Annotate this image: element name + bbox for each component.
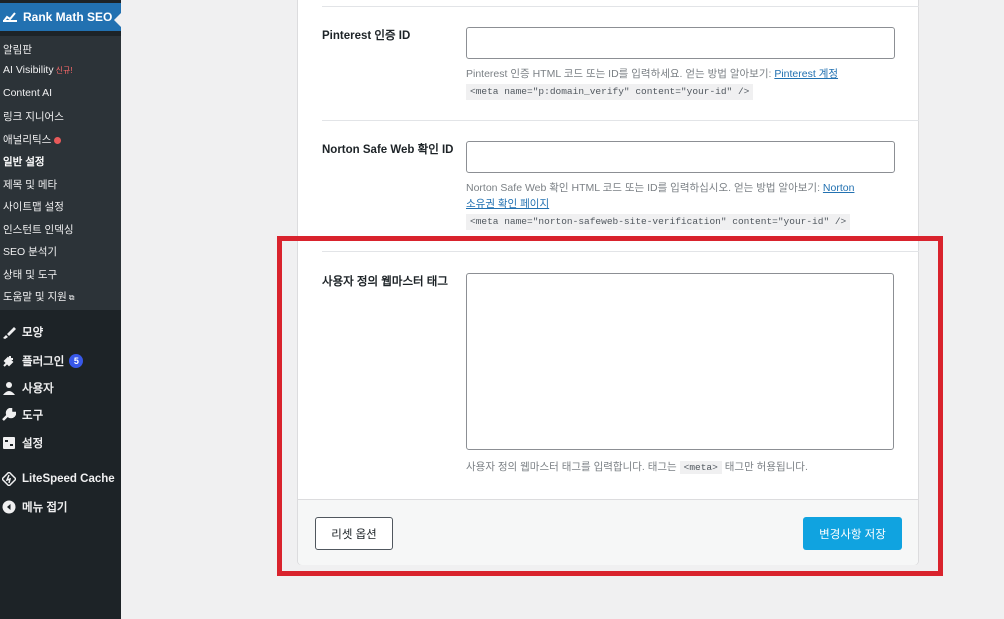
sidebar-item-rank-math[interactable]: Rank Math SEO	[0, 3, 121, 31]
save-changes-button[interactable]: 변경사항 저장	[803, 517, 902, 550]
pinterest-code-sample: <meta name="p:domain_verify" content="yo…	[466, 84, 754, 100]
submenu-item-link-genius[interactable]: 링크 지니어스	[3, 109, 64, 124]
meta-tag-code: <meta>	[679, 461, 722, 474]
pinterest-help: Pinterest 인증 HTML 코드 또는 ID를 입력하세요. 얻는 방법…	[466, 66, 896, 100]
submenu-item-seo-analyzer[interactable]: SEO 분석기	[3, 244, 57, 259]
litespeed-icon	[1, 471, 17, 487]
notification-dot	[54, 136, 62, 144]
collapse-icon	[1, 499, 17, 515]
external-link-icon: ⧉	[68, 293, 75, 302]
submenu-item-general-settings[interactable]: 일반 설정	[3, 154, 45, 169]
current-menu-arrow	[114, 13, 121, 27]
submenu-item-ai-visibility[interactable]: AI Visibility 신규!	[3, 64, 73, 76]
row-divider	[322, 6, 919, 7]
norton-label: Norton Safe Web 확인 ID	[322, 144, 454, 156]
submenu-item-instant-indexing[interactable]: 인스턴트 인덱싱	[3, 222, 74, 237]
norton-input[interactable]	[466, 141, 895, 173]
plugin-icon	[1, 353, 17, 369]
custom-webmaster-textarea[interactable]	[466, 273, 894, 450]
norton-ownership-link[interactable]: 소유권 확인 페이지	[466, 198, 549, 210]
new-badge: 신규!	[55, 66, 73, 75]
submenu-item-status-tools[interactable]: 상태 및 도구	[3, 267, 57, 282]
submenu-item-help[interactable]: 도움말 및 지원 ⧉	[3, 289, 75, 304]
pinterest-label: Pinterest 인증 ID	[322, 30, 411, 42]
settings-panel: Pinterest 인증 ID Pinterest 인증 HTML 코드 또는 …	[297, 0, 919, 565]
sidebar-item-collapse[interactable]: 메뉴 접기	[0, 499, 68, 515]
wrench-icon	[1, 407, 17, 423]
settings-footer: 리셋 옵션 변경사항 저장	[298, 499, 918, 565]
submenu-item-sitemap[interactable]: 사이트맵 설정	[3, 199, 64, 214]
submenu-item-analytics[interactable]: 애널리틱스	[3, 132, 62, 147]
sidebar-item-plugins[interactable]: 플러그인 5	[0, 353, 84, 369]
submenu-item-titles-meta[interactable]: 제목 및 메타	[3, 177, 57, 192]
norton-link[interactable]: Norton	[823, 182, 855, 194]
row-divider	[322, 120, 919, 121]
user-icon	[1, 380, 17, 396]
pinterest-input[interactable]	[466, 27, 895, 59]
submenu-item-content-ai[interactable]: Content AI	[3, 87, 52, 99]
reset-options-button[interactable]: 리셋 옵션	[315, 517, 393, 550]
paintbrush-icon	[1, 324, 17, 340]
sidebar-item-users[interactable]: 사용자	[0, 380, 54, 396]
submenu-item-dashboard[interactable]: 알림판	[3, 42, 32, 57]
norton-help: Norton Safe Web 확인 HTML 코드 또는 ID를 입력하십시오…	[466, 180, 898, 230]
rank-math-submenu: 알림판 AI Visibility 신규! Content AI 링크 지니어스 …	[0, 36, 121, 310]
sidebar-item-label: Rank Math SEO	[23, 10, 113, 24]
row-divider	[322, 251, 919, 252]
pinterest-account-link[interactable]: Pinterest 계정	[774, 68, 838, 80]
settings-icon	[1, 435, 17, 451]
sidebar-item-appearance[interactable]: 모양	[0, 324, 43, 340]
rank-math-icon	[3, 12, 17, 22]
sidebar-item-tools[interactable]: 도구	[0, 407, 43, 423]
plugin-update-count: 5	[69, 354, 84, 368]
norton-code-sample: <meta name="norton-safeweb-site-verifica…	[466, 214, 851, 230]
custom-webmaster-label: 사용자 정의 웹마스터 태그	[322, 276, 448, 288]
custom-webmaster-help: 사용자 정의 웹마스터 태그를 입력합니다. 태그는 <meta> 태그만 허용…	[466, 461, 808, 474]
sidebar-item-settings[interactable]: 설정	[0, 435, 43, 451]
admin-sidebar: Rank Math SEO 알림판 AI Visibility 신규! Conte…	[0, 0, 121, 619]
sidebar-item-litespeed[interactable]: LiteSpeed Cache	[0, 471, 115, 487]
